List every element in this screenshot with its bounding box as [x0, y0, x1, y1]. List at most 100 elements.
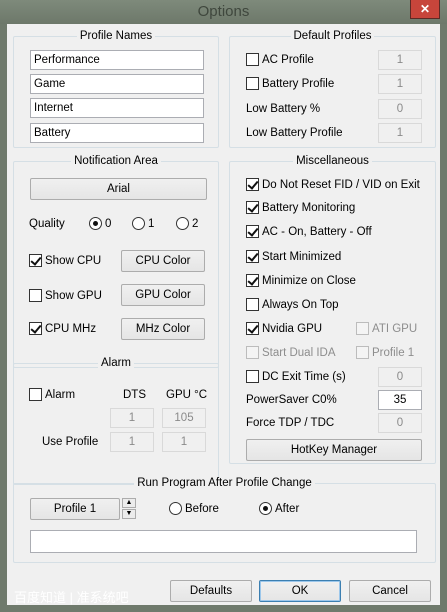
- gpu-temp-label: GPU °C: [166, 389, 208, 401]
- checkbox-box: [356, 322, 369, 335]
- checkbox-box: [29, 388, 42, 401]
- cpu-color-button[interactable]: CPU Color: [121, 250, 205, 272]
- radio-circle: [176, 217, 189, 230]
- notification-area-group: Notification Area Arial Quality 0 1 2 Sh…: [13, 155, 219, 368]
- profile-names-title: Profile Names: [76, 30, 156, 42]
- nvidia-gpu-label: Nvidia GPU: [262, 323, 323, 335]
- quality-radio-1[interactable]: 1: [132, 217, 154, 231]
- cancel-button[interactable]: Cancel: [349, 580, 431, 602]
- start-dual-ida-checkbox[interactable]: Start Dual IDA: [246, 346, 336, 360]
- ac-on-battery-off-label: AC - On, Battery - Off: [262, 226, 372, 238]
- cpu-mhz-label: CPU MHz: [45, 323, 97, 335]
- ati-gpu-checkbox[interactable]: ATI GPU: [356, 322, 417, 336]
- checkbox-box: [246, 225, 259, 238]
- dc-exit-time-checkbox[interactable]: DC Exit Time (s): [246, 370, 346, 384]
- show-cpu-label: Show CPU: [45, 255, 102, 267]
- checkbox-box: [246, 274, 259, 287]
- show-gpu-label: Show GPU: [45, 290, 102, 302]
- checkbox-box: [356, 346, 369, 359]
- quality-option-label: 1: [148, 218, 155, 230]
- checkbox-box: [246, 77, 259, 90]
- spin-up-icon[interactable]: ▲: [122, 498, 136, 508]
- ac-on-battery-off-checkbox[interactable]: AC - On, Battery - Off: [246, 225, 372, 239]
- low-battery-pct-value[interactable]: 0: [378, 99, 422, 119]
- profile-names-group: Profile Names Performance Game Internet …: [13, 30, 219, 148]
- battery-profile-label: Battery Profile: [262, 78, 335, 90]
- low-battery-profile-label: Low Battery Profile: [246, 127, 343, 139]
- minimize-on-close-label: Minimize on Close: [262, 275, 356, 287]
- miscellaneous-title: Miscellaneous: [293, 155, 372, 167]
- hotkey-manager-button[interactable]: HotKey Manager: [246, 439, 422, 461]
- radio-circle: [169, 502, 182, 515]
- profile-name-input-4[interactable]: Battery: [30, 123, 204, 143]
- run-program-group: Run Program After Profile Change Profile…: [13, 477, 436, 563]
- font-button[interactable]: Arial: [30, 178, 207, 200]
- always-on-top-label: Always On Top: [262, 299, 339, 311]
- notification-area-title: Notification Area: [71, 155, 161, 167]
- after-label: After: [275, 503, 300, 515]
- checkbox-box: [29, 322, 42, 335]
- default-profiles-group: Default Profiles AC Profile 1 Battery Pr…: [229, 30, 436, 148]
- close-icon[interactable]: ✕: [410, 0, 440, 19]
- low-battery-profile-value[interactable]: 1: [378, 123, 422, 143]
- before-label: Before: [185, 503, 219, 515]
- powersaver-value[interactable]: 35: [378, 390, 422, 410]
- after-radio[interactable]: After: [259, 502, 299, 516]
- show-cpu-checkbox[interactable]: Show CPU: [29, 254, 101, 268]
- checkbox-box: [246, 201, 259, 214]
- dc-exit-time-value[interactable]: 0: [378, 367, 422, 387]
- battery-monitoring-label: Battery Monitoring: [262, 202, 356, 214]
- force-tdp-value[interactable]: 0: [378, 413, 422, 433]
- checkbox-box: [29, 254, 42, 267]
- dc-exit-time-label: DC Exit Time (s): [262, 371, 346, 383]
- always-on-top-checkbox[interactable]: Always On Top: [246, 298, 339, 312]
- alarm-group: Alarm Alarm DTS GPU °C 1 105 Use Profile…: [13, 357, 219, 485]
- nvidia-gpu-checkbox[interactable]: Nvidia GPU: [246, 322, 322, 336]
- ac-profile-label: AC Profile: [262, 54, 314, 66]
- program-path-input[interactable]: [30, 530, 417, 553]
- quality-radio-0[interactable]: 0: [89, 217, 111, 231]
- ok-button[interactable]: OK: [259, 580, 341, 602]
- quality-label: Quality: [29, 218, 65, 230]
- do-not-reset-label: Do Not Reset FID / VID on Exit: [262, 179, 420, 191]
- battery-monitoring-checkbox[interactable]: Battery Monitoring: [246, 201, 355, 215]
- dts-label: DTS: [123, 389, 146, 401]
- alarm-dts-value[interactable]: 1: [110, 408, 154, 428]
- start-dual-ida-label: Start Dual IDA: [262, 347, 336, 359]
- powersaver-label: PowerSaver C0%: [246, 394, 337, 406]
- mhz-color-button[interactable]: MHz Color: [121, 318, 205, 340]
- defaults-button[interactable]: Defaults: [170, 580, 252, 602]
- low-battery-pct-label: Low Battery %: [246, 103, 321, 115]
- use-profile-dts-value[interactable]: 1: [110, 432, 154, 452]
- title-bar: Options ✕: [0, 0, 447, 24]
- profile-name-input-2[interactable]: Game: [30, 74, 204, 94]
- profile-name-input-3[interactable]: Internet: [30, 98, 204, 118]
- start-minimized-checkbox[interactable]: Start Minimized: [246, 250, 341, 264]
- cpu-mhz-checkbox[interactable]: CPU MHz: [29, 322, 96, 336]
- minimize-on-close-checkbox[interactable]: Minimize on Close: [246, 274, 356, 288]
- checkbox-box: [246, 322, 259, 335]
- default-profiles-title: Default Profiles: [290, 30, 375, 42]
- do-not-reset-checkbox[interactable]: Do Not Reset FID / VID on Exit: [246, 178, 420, 192]
- show-gpu-checkbox[interactable]: Show GPU: [29, 289, 102, 303]
- gpu-color-button[interactable]: GPU Color: [121, 284, 205, 306]
- run-profile-button[interactable]: Profile 1: [30, 498, 120, 520]
- before-radio[interactable]: Before: [169, 502, 219, 516]
- radio-circle: [259, 502, 272, 515]
- profile-1-checkbox[interactable]: Profile 1: [356, 346, 414, 360]
- profile-name-input-1[interactable]: Performance: [30, 50, 204, 70]
- radio-circle: [89, 217, 102, 230]
- alarm-checkbox[interactable]: Alarm: [29, 388, 75, 402]
- spin-down-icon[interactable]: ▼: [122, 509, 136, 519]
- force-tdp-label: Force TDP / TDC: [246, 417, 335, 429]
- battery-profile-checkbox[interactable]: Battery Profile: [246, 77, 334, 91]
- ac-profile-checkbox[interactable]: AC Profile: [246, 53, 314, 67]
- ac-profile-value[interactable]: 1: [378, 50, 422, 70]
- checkbox-box: [246, 298, 259, 311]
- quality-radio-2[interactable]: 2: [176, 217, 198, 231]
- alarm-gpu-value[interactable]: 105: [162, 408, 206, 428]
- checkbox-box: [246, 250, 259, 263]
- use-profile-gpu-value[interactable]: 1: [162, 432, 206, 452]
- start-minimized-label: Start Minimized: [262, 251, 342, 263]
- battery-profile-value[interactable]: 1: [378, 74, 422, 94]
